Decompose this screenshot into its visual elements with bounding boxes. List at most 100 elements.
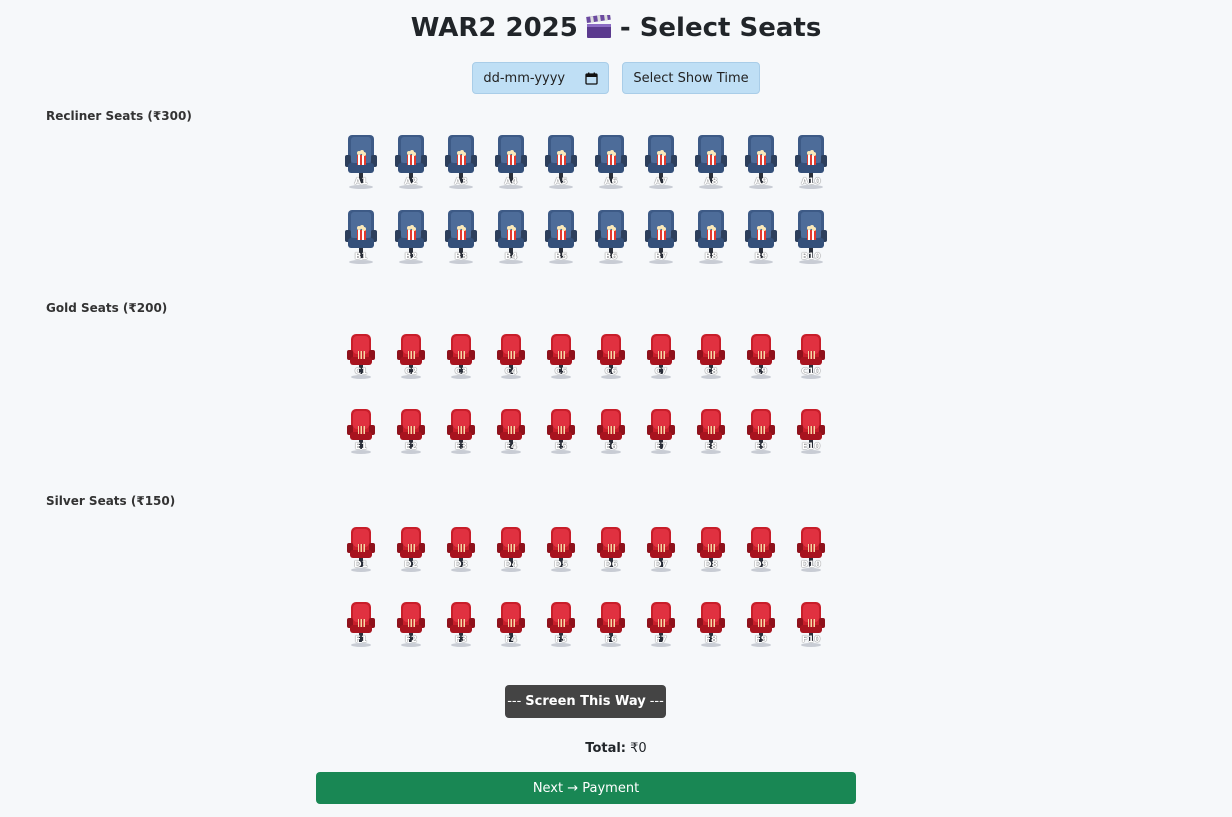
- seat-d3[interactable]: D3: [443, 526, 479, 584]
- seat-b9[interactable]: B9: [743, 208, 779, 266]
- seat-e2[interactable]: E2: [393, 408, 429, 466]
- seat-e7[interactable]: E7: [643, 408, 679, 466]
- seat-a1[interactable]: A1: [343, 133, 379, 191]
- seat-d10[interactable]: D10: [793, 526, 829, 584]
- seat-f1[interactable]: F1: [343, 601, 379, 659]
- seat-e3[interactable]: E3: [443, 408, 479, 466]
- seat-e1[interactable]: E1: [343, 408, 379, 466]
- seat-number: E9: [754, 442, 768, 452]
- seat-d5[interactable]: D5: [543, 526, 579, 584]
- seat-number: E8: [704, 442, 718, 452]
- seat-number: F4: [504, 635, 518, 645]
- seat-d4[interactable]: D4: [493, 526, 529, 584]
- seat-a5[interactable]: A5: [543, 133, 579, 191]
- seat-number: E6: [604, 442, 618, 452]
- seat-number: C8: [704, 367, 718, 377]
- seat-f2[interactable]: F2: [393, 601, 429, 659]
- seat-f4[interactable]: F4: [493, 601, 529, 659]
- seat-number: F1: [354, 635, 368, 645]
- screen-dashes-left: ---: [507, 694, 522, 709]
- select-show-time-button[interactable]: Select Show Time: [622, 62, 760, 94]
- calendar-icon[interactable]: [585, 72, 599, 85]
- seat-number: B3: [454, 252, 468, 262]
- seat-a3[interactable]: A3: [443, 133, 479, 191]
- seat-number: D4: [504, 560, 518, 570]
- seat-number: A3: [454, 177, 468, 187]
- seat-row: F1 F2 F3 F4 F5 F6 F7 F8 F9 F10: [343, 601, 829, 659]
- section-label-gold: Gold Seats (₹200): [46, 301, 168, 315]
- seat-row: D1 D2 D3 D4 D5 D6 D7 D8 D9 D10: [343, 526, 829, 584]
- seat-c4[interactable]: C4: [493, 333, 529, 391]
- seat-d1[interactable]: D1: [343, 526, 379, 584]
- seat-e9[interactable]: E9: [743, 408, 779, 466]
- seat-number: E2: [404, 442, 418, 452]
- seat-b3[interactable]: B3: [443, 208, 479, 266]
- seat-f8[interactable]: F8: [693, 601, 729, 659]
- seat-c3[interactable]: C3: [443, 333, 479, 391]
- page-title: WAR2 2025 - Select Seats: [0, 10, 1232, 46]
- seat-number: E1: [354, 442, 368, 452]
- seat-number: B5: [554, 252, 568, 262]
- seat-d8[interactable]: D8: [693, 526, 729, 584]
- seat-number: F10: [801, 635, 821, 645]
- seat-c7[interactable]: C7: [643, 333, 679, 391]
- seat-number: B1: [354, 252, 368, 262]
- seat-e5[interactable]: E5: [543, 408, 579, 466]
- seat-b5[interactable]: B5: [543, 208, 579, 266]
- seat-f9[interactable]: F9: [743, 601, 779, 659]
- seat-row: B1 B2 B3 B4 B5 B6 B7 B8 B9 B10: [343, 208, 829, 266]
- seat-number: B7: [654, 252, 668, 262]
- seat-b1[interactable]: B1: [343, 208, 379, 266]
- seat-b4[interactable]: B4: [493, 208, 529, 266]
- seat-number: B8: [704, 252, 718, 262]
- seat-a6[interactable]: A6: [593, 133, 629, 191]
- seat-a2[interactable]: A2: [393, 133, 429, 191]
- seat-a10[interactable]: A10: [793, 133, 829, 191]
- seat-number: B10: [801, 252, 821, 262]
- seat-b6[interactable]: B6: [593, 208, 629, 266]
- seat-f5[interactable]: F5: [543, 601, 579, 659]
- seat-a7[interactable]: A7: [643, 133, 679, 191]
- seat-number: F9: [754, 635, 768, 645]
- seat-d2[interactable]: D2: [393, 526, 429, 584]
- seat-d6[interactable]: D6: [593, 526, 629, 584]
- seat-f3[interactable]: F3: [443, 601, 479, 659]
- seat-c1[interactable]: C1: [343, 333, 379, 391]
- seat-c9[interactable]: C9: [743, 333, 779, 391]
- seat-number: B9: [754, 252, 768, 262]
- seat-b7[interactable]: B7: [643, 208, 679, 266]
- seat-e8[interactable]: E8: [693, 408, 729, 466]
- show-controls: dd-mm-yyyy Select Show Time: [0, 62, 1232, 94]
- date-input[interactable]: dd-mm-yyyy: [472, 62, 610, 94]
- seat-number: F3: [454, 635, 468, 645]
- seat-number: D8: [704, 560, 718, 570]
- seat-c8[interactable]: C8: [693, 333, 729, 391]
- seat-b8[interactable]: B8: [693, 208, 729, 266]
- seat-a4[interactable]: A4: [493, 133, 529, 191]
- seat-f10[interactable]: F10: [793, 601, 829, 659]
- seat-number: D5: [554, 560, 568, 570]
- seat-f7[interactable]: F7: [643, 601, 679, 659]
- seat-f6[interactable]: F6: [593, 601, 629, 659]
- seat-b10[interactable]: B10: [793, 208, 829, 266]
- seat-number: C3: [454, 367, 468, 377]
- seat-c10[interactable]: C10: [793, 333, 829, 391]
- seat-number: D9: [754, 560, 768, 570]
- seat-b2[interactable]: B2: [393, 208, 429, 266]
- seat-e6[interactable]: E6: [593, 408, 629, 466]
- date-placeholder: dd-mm-yyyy: [483, 70, 566, 86]
- next-payment-button[interactable]: Next → Payment: [316, 772, 856, 804]
- screen-label: Screen This Way: [525, 694, 646, 709]
- seat-d9[interactable]: D9: [743, 526, 779, 584]
- seat-c5[interactable]: C5: [543, 333, 579, 391]
- seat-number: E7: [654, 442, 668, 452]
- seat-a9[interactable]: A9: [743, 133, 779, 191]
- seat-c2[interactable]: C2: [393, 333, 429, 391]
- screen-dashes-right: ---: [649, 694, 664, 709]
- seat-e10[interactable]: E10: [793, 408, 829, 466]
- seat-e4[interactable]: E4: [493, 408, 529, 466]
- seat-number: A8: [704, 177, 718, 187]
- seat-d7[interactable]: D7: [643, 526, 679, 584]
- seat-a8[interactable]: A8: [693, 133, 729, 191]
- seat-c6[interactable]: C6: [593, 333, 629, 391]
